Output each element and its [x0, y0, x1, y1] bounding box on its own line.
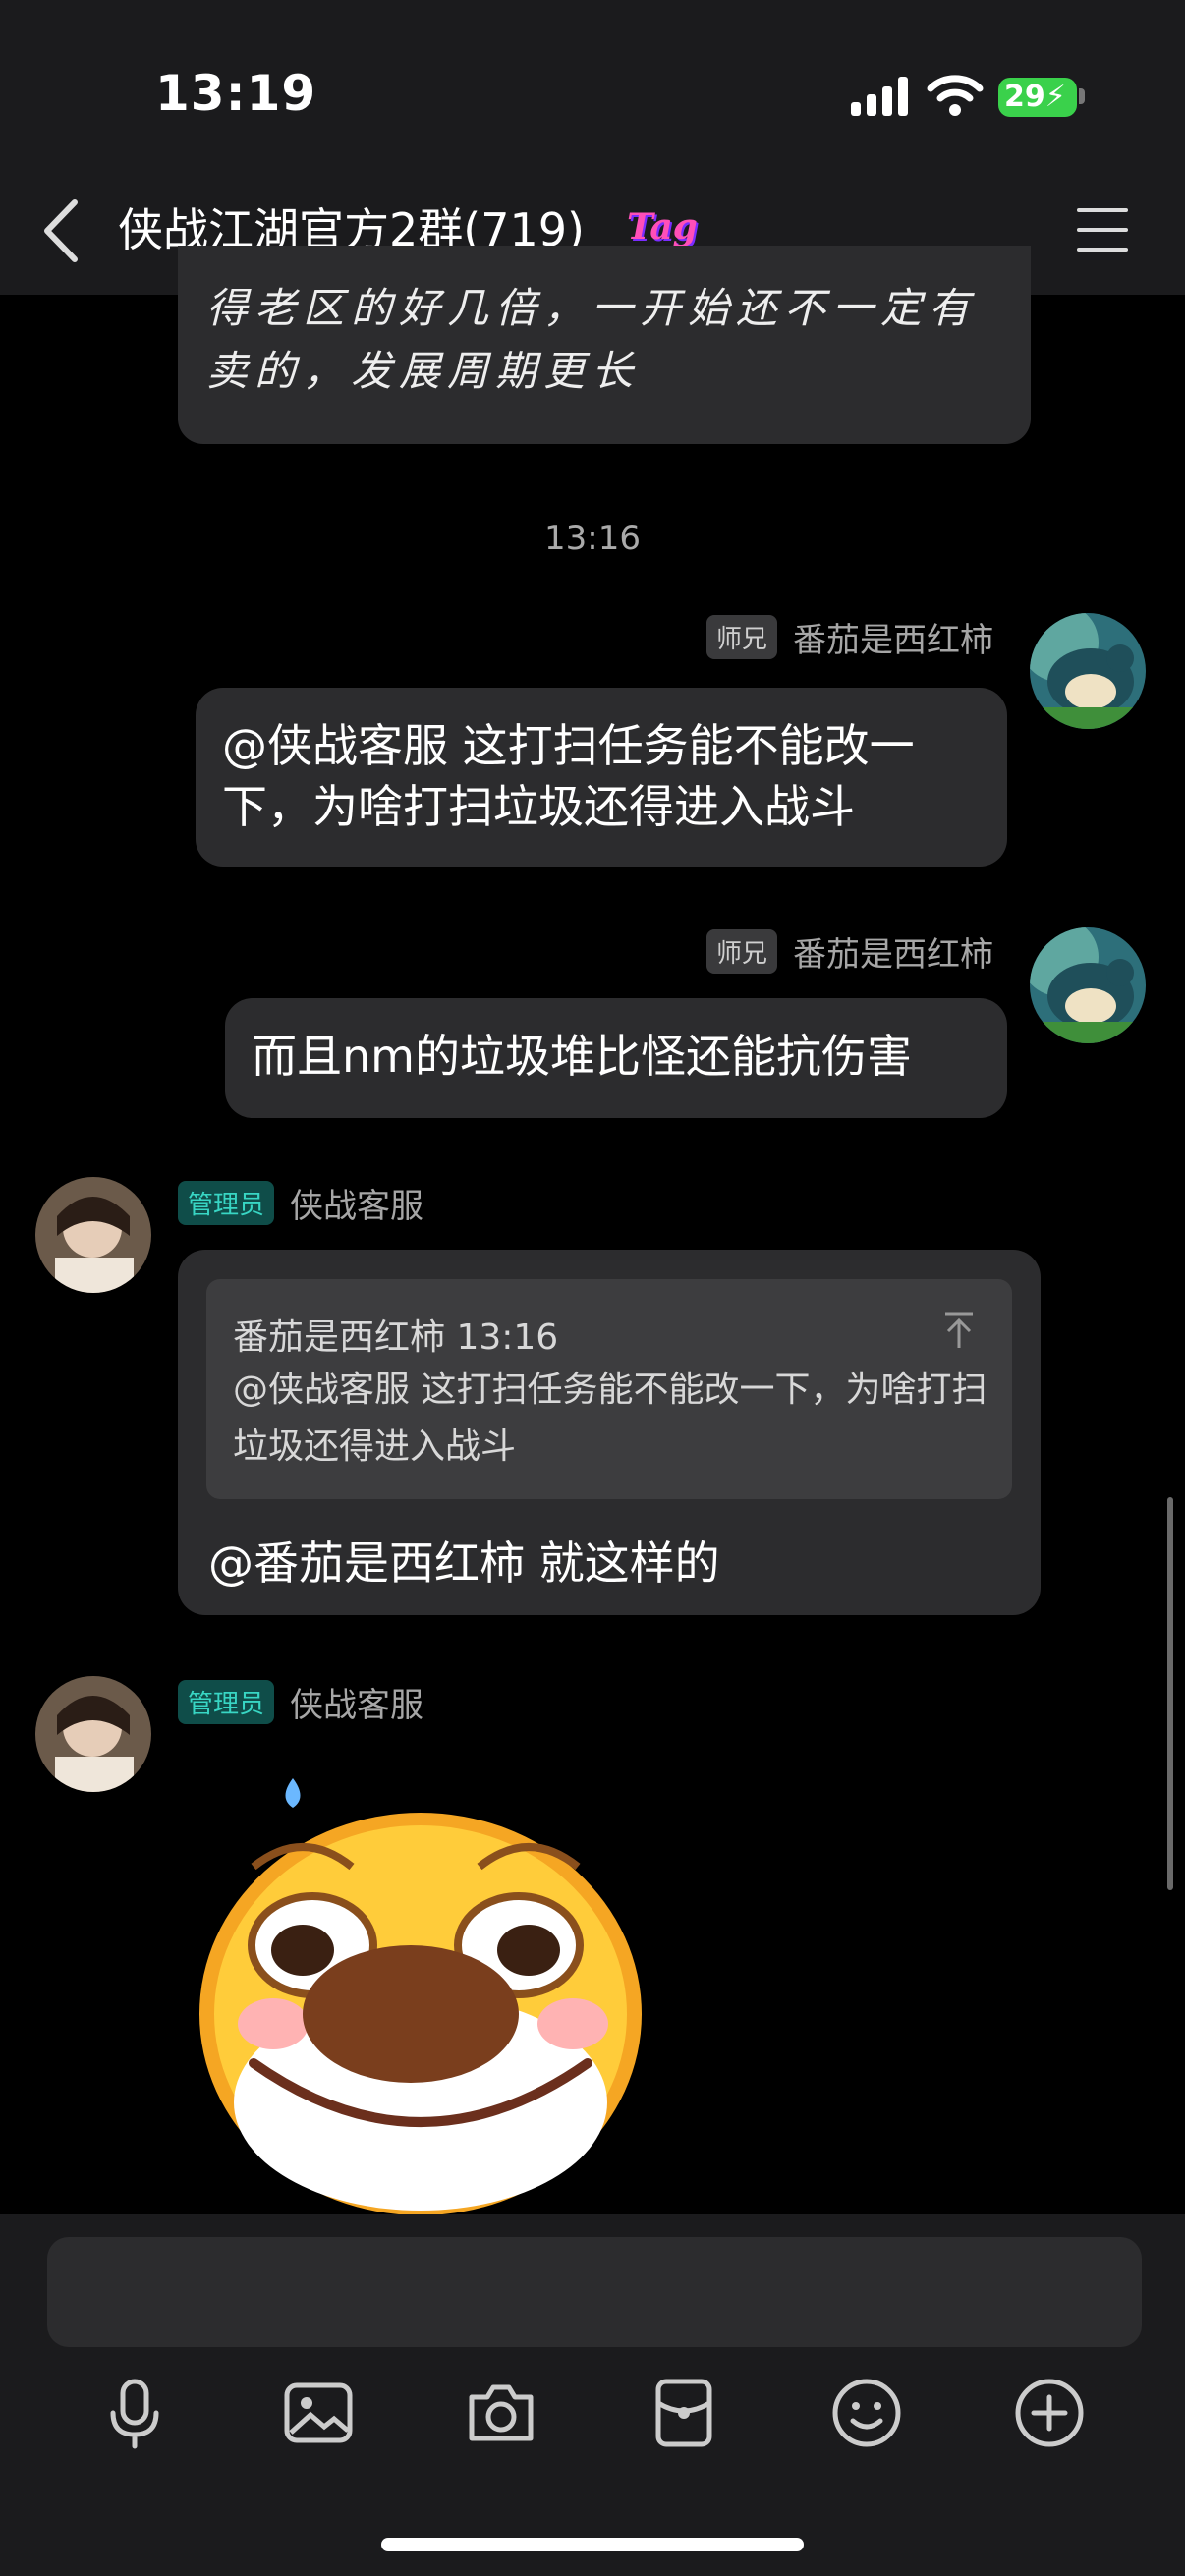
message-text: @侠战客服 这打扫任务能不能改一下，为啥打扫垃圾还得进入战斗	[222, 719, 915, 833]
message-meta: 师兄 番茄是西红柿	[705, 927, 993, 976]
avatar[interactable]	[35, 1177, 151, 1293]
previous-message-text: 得老区的好几倍，一开始还不一定有卖的，发展周期更长	[206, 284, 978, 395]
avatar[interactable]	[1030, 927, 1146, 1043]
emoji-icon[interactable]	[827, 2374, 906, 2452]
sender-name[interactable]: 番茄是西红柿	[793, 613, 993, 661]
message-text: 而且nm的垃圾堆比怪还能抗伤害	[252, 1030, 912, 1083]
message-meta: 师兄 番茄是西红柿	[705, 613, 993, 661]
sender-name[interactable]: 侠战客服	[290, 1179, 423, 1227]
quote-header: 番茄是西红柿 13:16	[233, 1317, 559, 1358]
menu-icon[interactable]	[1077, 208, 1128, 252]
avatar[interactable]	[35, 1676, 151, 1792]
time-divider: 13:16	[544, 519, 641, 558]
back-arrow-icon[interactable]	[39, 196, 83, 265]
jump-to-top-icon[interactable]	[941, 1311, 977, 1350]
home-indicator[interactable]	[381, 2538, 804, 2551]
message-text: @番茄是西红柿 就这样的	[208, 1537, 720, 1590]
red-packet-icon[interactable]	[645, 2374, 723, 2452]
battery-indicator: 29⚡	[998, 78, 1077, 117]
admin-badge: 管理员	[178, 1680, 275, 1724]
plus-icon[interactable]	[1010, 2374, 1089, 2452]
scrollbar[interactable]	[1167, 1497, 1173, 1890]
sender-name[interactable]: 番茄是西红柿	[793, 927, 993, 976]
sender-name[interactable]: 侠战客服	[290, 1678, 423, 1726]
wifi-icon	[927, 75, 984, 116]
battery-tip	[1079, 88, 1085, 104]
status-time: 13:19	[155, 65, 317, 122]
avatar[interactable]	[1030, 613, 1146, 729]
camera-icon[interactable]	[462, 2374, 540, 2452]
tag-badge: Tag	[627, 206, 698, 248]
rank-badge: 师兄	[705, 615, 777, 659]
admin-badge: 管理员	[178, 1181, 275, 1225]
cellular-signal-icon	[851, 77, 910, 116]
quote-body: @侠战客服 这打扫任务能不能改一下，为啥打扫垃圾还得进入战斗	[233, 1370, 988, 1467]
image-icon[interactable]	[279, 2374, 358, 2452]
message-meta: 管理员 侠战客服	[178, 1179, 423, 1227]
message-meta: 管理员 侠战客服	[178, 1678, 423, 1726]
microphone-icon[interactable]	[95, 2374, 174, 2452]
sticker-image[interactable]	[195, 1768, 656, 2220]
message-input[interactable]	[47, 2237, 1142, 2347]
rank-badge: 师兄	[705, 929, 777, 974]
